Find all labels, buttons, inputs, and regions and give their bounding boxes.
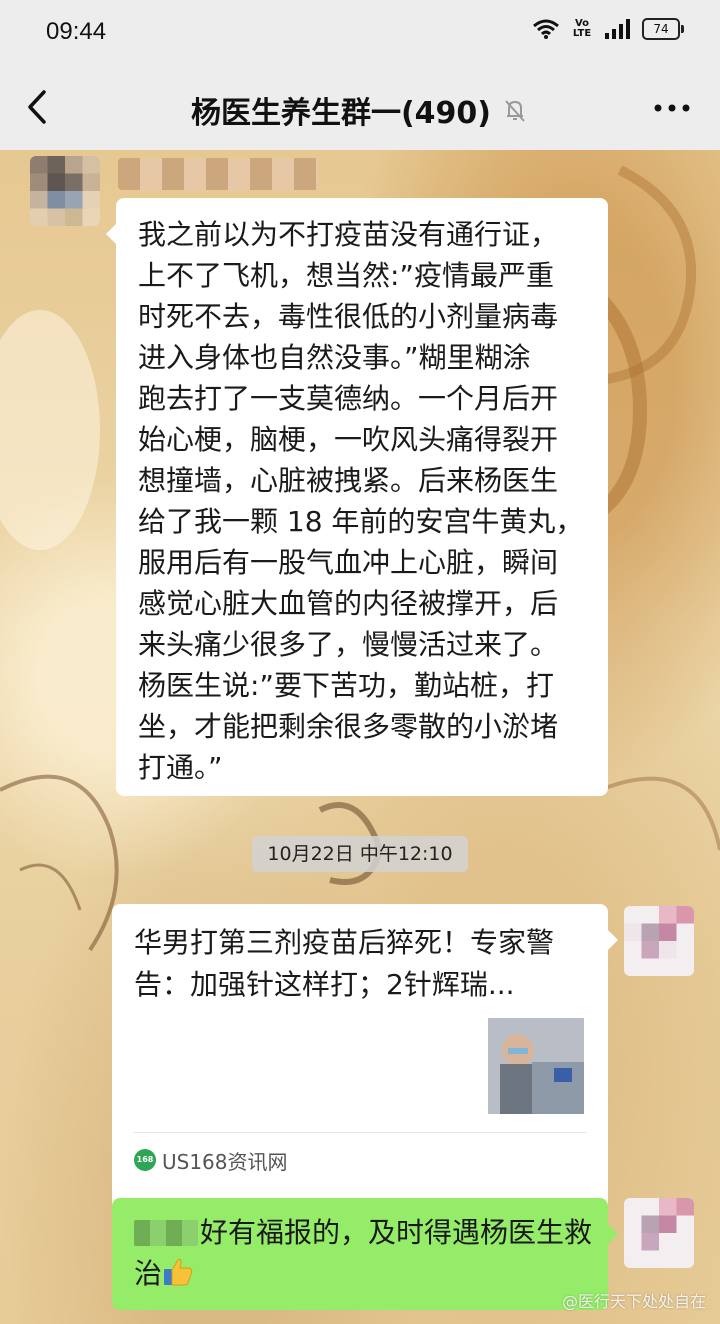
incoming-message-bubble[interactable]: 我之前以为不打疫苗没有通行证， 上不了飞机，想当然:”疫情最严重 时死不去，毒性… [106,198,608,796]
wifi-icon [533,19,559,39]
reply-text-line: 好有福报的，及时得遇杨医生救治 [134,1212,594,1294]
more-dots-icon [654,104,690,112]
thumbnail-image [488,1018,584,1114]
watermark: @医行天下处处自在 [561,1292,706,1311]
self-avatar[interactable] [624,906,694,976]
message-text: 我之前以为不打疫苗没有通行证， 上不了飞机，想当然:”疫情最严重 时死不去，毒性… [138,218,584,784]
mention-redacted [134,1220,198,1246]
signal-icon [605,19,630,39]
card-divider [134,1132,586,1133]
sender-avatar[interactable] [30,156,100,226]
volte-indicator: Vo LTE [572,18,592,39]
sender-name-redacted [118,158,318,190]
chat-title-container: 杨医生养生群一(490) [0,88,720,132]
outgoing-message-bubble[interactable]: 好有福报的，及时得遇杨医生救治 [112,1198,618,1310]
avatar-image [624,906,694,976]
chevron-left-icon [28,90,46,124]
avatar-image [624,1198,694,1268]
reply-text: 好有福报的，及时得遇杨医生救治 [134,1216,593,1290]
status-icons: Vo LTE 74 [532,18,684,40]
more-options-button[interactable] [652,88,692,128]
battery-indicator: 74 [642,18,684,40]
status-time: 09:44 [46,18,107,45]
back-button[interactable] [18,84,58,130]
mute-bell-icon [505,100,525,122]
self-avatar-reply[interactable] [624,1198,694,1268]
message-timestamp: 10月22日 中午12:10 [252,836,468,872]
link-card-source-name: US168资讯网 [162,1149,288,1174]
link-card-title: 华男打第三剂疫苗后猝死！专家警告：加强针这样打；2针辉瑞... [134,926,555,1001]
link-card-source: 168 US168资讯网 [134,1140,288,1180]
chat-title: 杨医生养生群一(490) [190,96,492,131]
chat-header: 杨医生养生群一(490) [0,64,720,150]
link-card-thumbnail [488,1018,584,1114]
chat-message-list[interactable]: 我之前以为不打疫苗没有通行证， 上不了飞机，想当然:”疫情最严重 时死不去，毒性… [0,150,720,1324]
source-logo-icon: 168 [134,1149,156,1171]
thumbs-up-emoji-icon [164,1258,193,1286]
status-bar: 09:44 Vo LTE 74 [0,0,720,64]
shared-link-card[interactable]: 华男打第三剂疫苗后猝死！专家警告：加强针这样打；2针辉瑞... 168 US16… [112,904,618,1226]
avatar-image [30,156,100,226]
